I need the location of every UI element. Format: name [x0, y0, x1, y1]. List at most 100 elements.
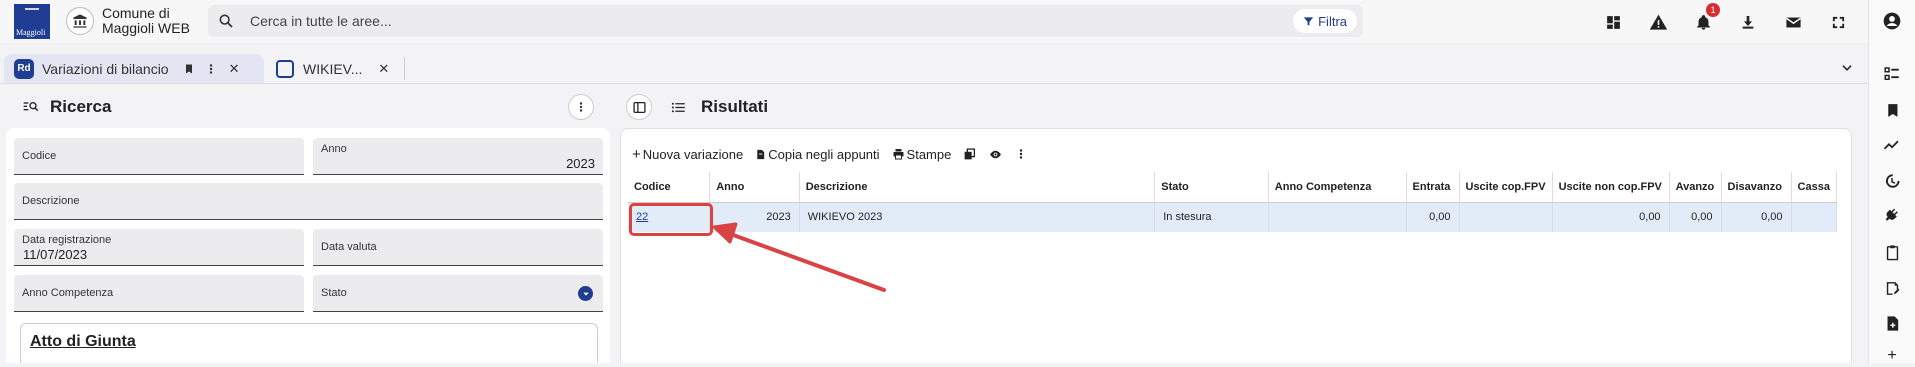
column-header[interactable]: Descrizione	[799, 172, 1156, 203]
new-variation-button[interactable]: + Nuova variazione	[632, 146, 743, 163]
notifications-button[interactable]: 1	[1691, 3, 1720, 34]
cell-descrizione: WIKIEVO 2023	[799, 202, 1156, 232]
field-label: Codice	[22, 150, 57, 162]
copy-clipboard-button[interactable]: Copia negli appunti	[755, 147, 880, 162]
bookmarks-button[interactable]	[1881, 99, 1903, 121]
table-row[interactable]: 22 2023 WIKIEVO 2023 In stesura 0,00 0,0…	[628, 202, 1838, 232]
cell-anno: 2023	[709, 202, 800, 232]
field-label: Data registrazione	[22, 234, 112, 246]
column-header[interactable]: Disavanzo	[1721, 172, 1792, 203]
list-icon	[671, 102, 685, 112]
annotation-highlight-box	[629, 203, 713, 236]
stato-select[interactable]: Stato	[313, 275, 603, 312]
plugin-button[interactable]	[1881, 205, 1903, 227]
module-icon: Rd	[14, 58, 34, 79]
clipboard-icon	[757, 149, 765, 159]
atto-di-giunta-section: Atto di Giunta	[20, 323, 598, 363]
column-header[interactable]: Cassa	[1791, 172, 1838, 203]
eye-icon	[990, 150, 1002, 158]
tab-variazioni-di-bilancio[interactable]: Rd Variazioni di bilancio ✕	[4, 54, 264, 83]
data-registrazione-field[interactable]: Data registrazione 11/07/2023	[14, 229, 304, 266]
cell-cassa	[1791, 202, 1838, 232]
column-header[interactable]: Entrata	[1406, 172, 1460, 203]
descrizione-field[interactable]: Descrizione	[14, 183, 603, 220]
more-vert-icon	[1020, 149, 1023, 159]
notification-badge: 1	[1706, 3, 1720, 17]
new-variation-label: Nuova variazione	[642, 146, 744, 162]
column-header[interactable]: Avanzo	[1669, 172, 1722, 203]
panel-title: Ricerca	[50, 97, 112, 116]
add-document-button[interactable]	[1881, 312, 1903, 334]
field-label: Stato	[321, 287, 347, 299]
home-button[interactable]	[66, 7, 94, 35]
warning-button[interactable]	[1646, 10, 1670, 34]
download-icon	[1742, 16, 1754, 29]
close-tab-icon[interactable]: ✕	[229, 61, 240, 77]
field-label: Anno	[321, 143, 347, 155]
preview-button[interactable]	[988, 148, 1003, 161]
column-header[interactable]: Stato	[1154, 172, 1269, 203]
checklist-button[interactable]	[1881, 63, 1903, 85]
search-panel-menu-button[interactable]	[568, 94, 594, 120]
add-document-icon	[1887, 315, 1898, 331]
column-header[interactable]: Uscite non cop.FPV	[1552, 172, 1670, 203]
user-button[interactable]	[1881, 10, 1903, 32]
app-title-line1: Comune di	[102, 5, 170, 21]
table-header: Codice Anno Descrizione Stato Anno Compe…	[628, 172, 1838, 203]
bank-icon	[73, 14, 87, 28]
filter-label: Filtra	[1318, 13, 1347, 29]
right-sidebar: +	[1868, 0, 1915, 364]
history-button[interactable]	[1881, 170, 1903, 192]
copy-button[interactable]	[963, 147, 976, 161]
cell-disavanzo: 0,00	[1721, 202, 1792, 232]
copy-icon	[964, 147, 976, 159]
tab-wikievo[interactable]: WIKIEV... ✕	[270, 54, 400, 83]
edit-document-button[interactable]	[1881, 277, 1903, 299]
column-header[interactable]: Anno Competenza	[1268, 172, 1407, 203]
more-vert-icon[interactable]	[205, 63, 217, 75]
toggle-panel-button[interactable]	[626, 94, 652, 120]
anno-field[interactable]: Anno 2023	[313, 138, 603, 175]
column-header[interactable]: Uscite cop.FPV	[1459, 172, 1553, 203]
codice-field[interactable]: Codice	[14, 138, 304, 175]
chevron-down-icon[interactable]	[1840, 61, 1854, 75]
logo-text: Maggioli	[16, 28, 46, 37]
dashboard-icon	[1606, 15, 1620, 29]
section-title[interactable]: Atto di Giunta	[30, 333, 136, 351]
filter-icon	[1304, 16, 1314, 26]
dashboard-button[interactable]	[1601, 10, 1625, 34]
data-valuta-field[interactable]: Data valuta	[313, 229, 603, 266]
cell-uscite-cop	[1459, 202, 1553, 232]
results-toolbar: + Nuova variazione Copia negli appunti S…	[632, 143, 1039, 165]
print-label: Stampe	[906, 146, 952, 162]
trending-button[interactable]	[1881, 134, 1903, 156]
mail-button[interactable]	[1781, 10, 1805, 34]
plus-icon: +	[632, 145, 641, 163]
clipboard-button[interactable]	[1881, 241, 1903, 263]
checklist-icon	[1884, 67, 1899, 80]
column-header[interactable]: Anno	[709, 172, 800, 203]
close-tab-icon[interactable]: ✕	[378, 61, 389, 77]
field-value: 11/07/2023	[23, 247, 88, 262]
search-input[interactable]	[250, 11, 1050, 31]
cell-avanzo: 0,00	[1669, 202, 1722, 232]
bookmark-icon[interactable]	[183, 63, 195, 75]
anno-competenza-field[interactable]: Anno Competenza	[14, 275, 304, 312]
filter-button[interactable]: Filtra	[1293, 9, 1357, 33]
mail-icon	[1785, 17, 1801, 27]
column-header[interactable]: Codice	[628, 172, 711, 203]
print-button[interactable]: Stampe	[892, 146, 952, 162]
tab-bar: Rd Variazioni di bilancio ✕ WIKIEV... ✕	[0, 50, 1868, 84]
plug-icon	[1885, 208, 1898, 221]
add-button[interactable]: +	[1881, 345, 1903, 367]
more-actions-button[interactable]	[1015, 148, 1027, 160]
download-button[interactable]	[1736, 10, 1760, 34]
fullscreen-button[interactable]	[1826, 10, 1850, 34]
search-panel-header: Ricerca	[22, 95, 111, 119]
tab-label: Variazioni di bilancio	[42, 60, 169, 77]
maggioli-logo: Maggioli	[14, 4, 50, 39]
clipboard-icon	[1886, 244, 1898, 260]
print-icon	[893, 149, 904, 160]
side-panel-icon	[632, 101, 646, 113]
dropdown-icon[interactable]	[578, 286, 593, 301]
